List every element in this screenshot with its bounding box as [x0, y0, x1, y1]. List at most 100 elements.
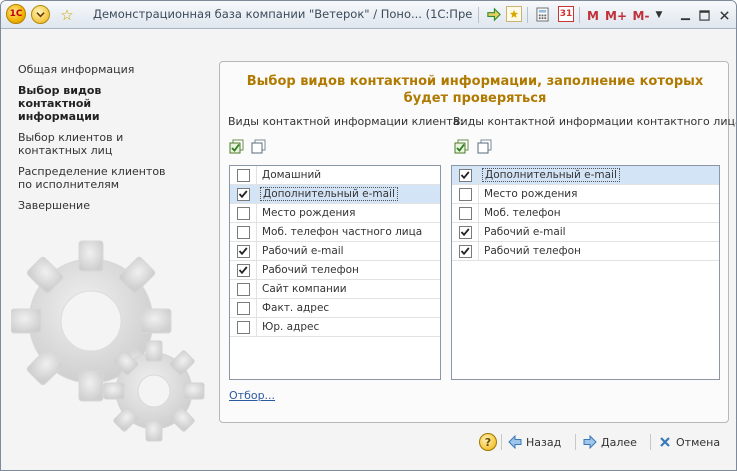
row-checkbox[interactable]: [236, 282, 250, 296]
checkbox-cell: [230, 165, 257, 185]
close-window-button[interactable]: [715, 6, 733, 25]
navigate-icon[interactable]: [484, 5, 502, 24]
gears-decoration-icon: [11, 240, 205, 442]
checkbox-cell: [230, 279, 257, 299]
row-checkbox[interactable]: [236, 301, 250, 315]
row-label: Место рождения: [262, 207, 356, 219]
uncheck-all-icon[interactable]: [251, 139, 267, 155]
row-label: Факт. адрес: [262, 302, 330, 314]
row-checkbox[interactable]: [458, 168, 472, 182]
restore-button[interactable]: [695, 6, 713, 25]
app-window: 1С ☆ Демонстрационная база компании "Вет…: [0, 0, 737, 471]
checkbox-cell: [230, 203, 257, 223]
checkmark-icon: [460, 171, 470, 180]
close-icon: [660, 437, 670, 447]
list-row[interactable]: Сайт компании: [230, 279, 440, 299]
row-checkbox[interactable]: [236, 206, 250, 220]
row-label: Рабочий телефон: [484, 245, 581, 257]
list-row[interactable]: Моб. телефон: [452, 203, 719, 223]
checkbox-cell: [230, 298, 257, 318]
row-checkbox[interactable]: [458, 187, 472, 201]
checkbox-cell: [230, 241, 257, 261]
nav-item-general-info[interactable]: Общая информация: [18, 63, 198, 76]
back-button-label: Назад: [526, 435, 562, 449]
add-favorite-icon[interactable]: [506, 6, 522, 22]
row-checkbox[interactable]: [236, 225, 250, 239]
memory-add-button[interactable]: M+: [605, 6, 627, 25]
row-checkbox[interactable]: [236, 320, 250, 334]
list-row[interactable]: Дополнительный e-mail: [230, 184, 440, 204]
row-checkbox[interactable]: [236, 168, 250, 182]
list-row[interactable]: Место рождения: [230, 203, 440, 223]
person-contact-types-caption: Виды контактной информации контактного л…: [453, 115, 737, 128]
back-button[interactable]: Назад: [508, 432, 561, 452]
row-checkbox[interactable]: [458, 206, 472, 220]
checkbox-cell: [230, 222, 257, 242]
checkbox-cell: [452, 241, 479, 261]
checkbox-cell: [230, 184, 257, 204]
checkbox-cell: [452, 203, 479, 223]
row-checkbox[interactable]: [458, 225, 472, 239]
list-row[interactable]: Факт. адрес: [230, 298, 440, 318]
checkmark-icon: [238, 247, 248, 256]
favorites-star-icon[interactable]: ☆: [57, 5, 77, 24]
nav-item-select-clients[interactable]: Выбор клиентов и контактных лиц: [18, 131, 128, 157]
row-label: Моб. телефон: [484, 207, 561, 219]
main-menu-button[interactable]: [31, 5, 50, 24]
list-row[interactable]: Рабочий e-mail: [452, 222, 719, 242]
close-icon: [719, 11, 729, 20]
contact-types-panel: Выбор видов контактной информации, запол…: [219, 61, 736, 423]
minimize-button[interactable]: [676, 6, 694, 25]
row-label: Рабочий e-mail: [262, 245, 344, 257]
list-row[interactable]: Юр. адрес: [230, 317, 440, 337]
title-separator: [478, 7, 479, 23]
nav-item-distribution[interactable]: Распределение клиентов по исполнителям: [18, 165, 168, 191]
chevron-down-icon: [36, 12, 45, 18]
client-contact-types-list[interactable]: Домашний Дополнительный e-mail Место рожде…: [229, 165, 441, 380]
checkmark-icon: [460, 247, 470, 256]
checkbox-cell: [230, 317, 257, 337]
next-button[interactable]: Далее: [583, 432, 637, 452]
checkbox-cell: [230, 260, 257, 280]
checkbox-cell: [452, 165, 479, 185]
calendar-icon[interactable]: 31: [558, 6, 574, 22]
check-all-icon[interactable]: [454, 139, 470, 155]
nav-item-finish[interactable]: Завершение: [18, 199, 198, 212]
row-label: Место рождения: [484, 188, 578, 200]
cancel-button[interactable]: Отмена: [658, 432, 720, 452]
uncheck-all-icon[interactable]: [477, 139, 493, 155]
minimize-icon: [680, 18, 690, 21]
list-row[interactable]: Рабочий телефон: [452, 241, 719, 261]
next-button-label: Далее: [601, 435, 637, 449]
row-checkbox[interactable]: [236, 244, 250, 258]
calculator-icon[interactable]: [534, 5, 550, 24]
checkmark-icon: [238, 190, 248, 199]
row-checkbox[interactable]: [236, 263, 250, 277]
filter-link[interactable]: Отбор...: [229, 389, 275, 402]
list-row[interactable]: Моб. телефон частного лица: [230, 222, 440, 242]
row-label: Домашний: [262, 169, 322, 181]
memory-button[interactable]: M: [585, 6, 601, 25]
checkbox-cell: [452, 222, 479, 242]
list-row[interactable]: Дополнительный e-mail: [452, 165, 719, 185]
memory-subtract-button[interactable]: M-: [631, 6, 651, 25]
row-checkbox[interactable]: [236, 187, 250, 201]
help-button[interactable]: ?: [479, 433, 497, 451]
list-row[interactable]: Домашний: [230, 165, 440, 185]
nav-item-contact-types[interactable]: Выбор видов контактной информации: [18, 84, 173, 123]
row-label: Моб. телефон частного лица: [262, 226, 423, 238]
person-contact-types-list[interactable]: Дополнительный e-mail Место рождения Моб. …: [451, 165, 720, 380]
check-all-icon[interactable]: [229, 139, 245, 155]
list-row[interactable]: Рабочий e-mail: [230, 241, 440, 261]
title-bar: 1С ☆ Демонстрационная база компании "Вет…: [1, 1, 736, 29]
panel-title: Выбор видов контактной информации, запол…: [246, 74, 704, 106]
list-row[interactable]: Рабочий телефон: [230, 260, 440, 280]
app-logo-icon[interactable]: 1С: [6, 4, 26, 24]
dropdown-icon[interactable]: ▼: [653, 5, 665, 24]
row-label: Дополнительный e-mail: [260, 187, 398, 201]
footer-separator: [575, 434, 576, 450]
row-checkbox[interactable]: [458, 244, 472, 258]
list-row[interactable]: Место рождения: [452, 184, 719, 204]
row-label: Юр. адрес: [262, 321, 320, 333]
title-separator: [579, 7, 580, 23]
